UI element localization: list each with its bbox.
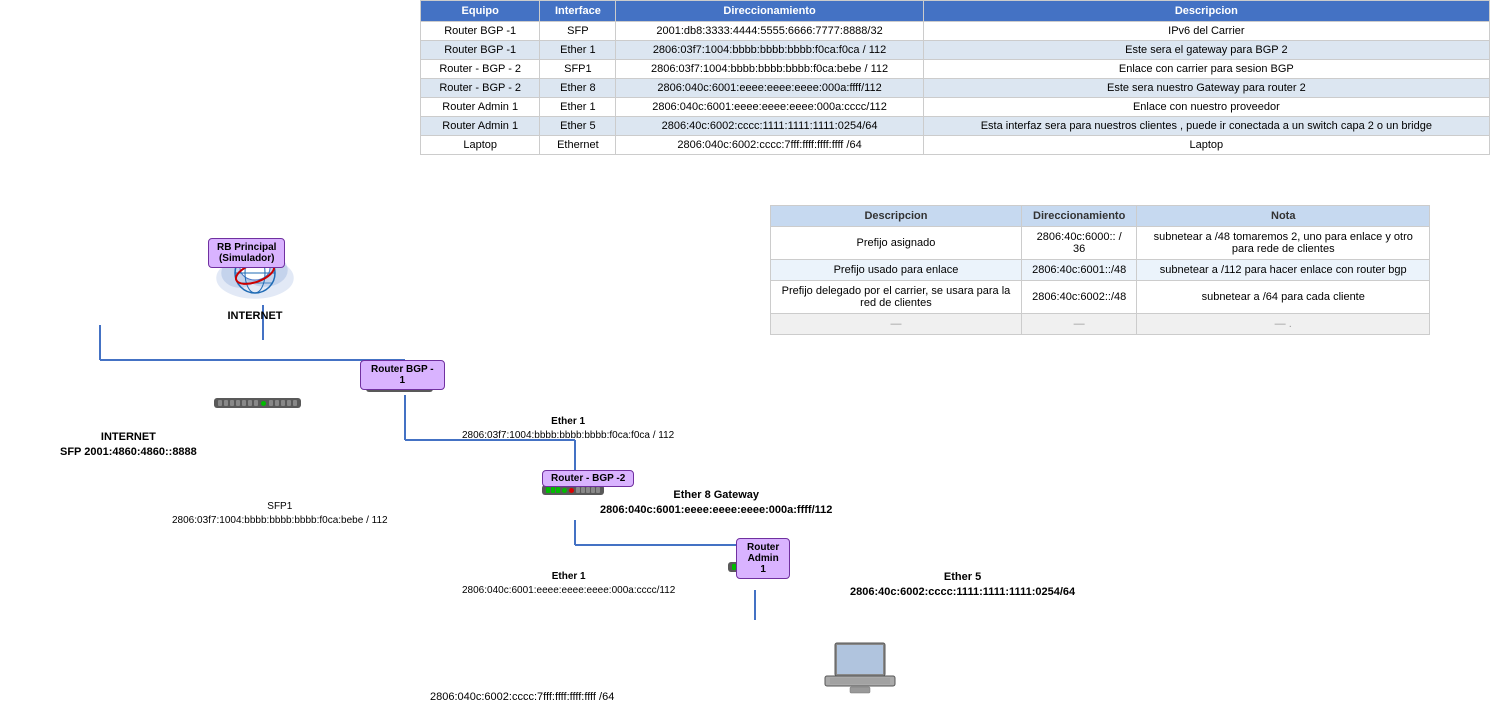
router-admin-label: Router Admin 1	[747, 542, 779, 575]
table-row: Router BGP -1Ether 12806:03f7:1004:bbbb:…	[421, 41, 1490, 60]
table-cell-direccionamiento: 2806:040c:6001:eeee:eeee:eeee:000a:ffff/…	[616, 79, 923, 98]
bot-table-cell-direccionamiento: —	[1021, 314, 1137, 335]
table-cell-equipo: Router Admin 1	[421, 98, 540, 117]
table-cell-interface: SFP1	[540, 60, 616, 79]
router-bgp1-label: Router BGP -1	[371, 364, 434, 386]
router-admin-box: Router Admin 1	[736, 538, 790, 579]
table-cell-equipo: Router BGP -1	[421, 41, 540, 60]
bottom-table-wrapper: Descripcion Direccionamiento Nota Prefij…	[770, 205, 1430, 335]
bot-table-cell-nota: subnetear a /112 para hacer enlace con r…	[1137, 260, 1430, 281]
bot-table-cell-nota: — .	[1137, 314, 1430, 335]
table-cell-descripcion: Laptop	[923, 136, 1489, 155]
bot-table-cell-descripcion: Prefijo delegado por el carrier, se usar…	[771, 281, 1022, 314]
table-cell-descripcion: Este sera el gateway para BGP 2	[923, 41, 1489, 60]
table-row: Router - BGP - 2Ether 82806:040c:6001:ee…	[421, 79, 1490, 98]
table-cell-equipo: Router - BGP - 2	[421, 60, 540, 79]
internet-label: INTERNET	[195, 310, 315, 322]
table-row: Prefijo asignado2806:40c:6000:: / 36subn…	[771, 227, 1430, 260]
table-cell-descripcion: IPv6 del Carrier	[923, 22, 1489, 41]
col-header-direccionamiento: Direccionamiento	[616, 1, 923, 22]
ether1-rb-label: Ether 1 2806:03f7:1004:bbbb:bbbb:bbbb:f0…	[462, 415, 674, 443]
bot-col-header-descripcion: Descripcion	[771, 206, 1022, 227]
ether8-label: Ether 8 Gateway 2806:040c:6001:eeee:eeee…	[600, 488, 832, 519]
rb-principal-label: RB Principal(Simulador)	[217, 242, 276, 264]
table-cell-interface: SFP	[540, 22, 616, 41]
table-cell-interface: Ether 1	[540, 41, 616, 60]
laptop-svg	[820, 638, 900, 698]
table-cell-direccionamiento: 2001:db8:3333:4444:5555:6666:7777:8888/3…	[616, 22, 923, 41]
table-row: Prefijo delegado por el carrier, se usar…	[771, 281, 1430, 314]
table-row: Router BGP -1SFP2001:db8:3333:4444:5555:…	[421, 22, 1490, 41]
ether1-admin-label: Ether 1 2806:040c:6001:eeee:eeee:eeee:00…	[462, 570, 675, 598]
bot-table-cell-descripcion: Prefijo asignado	[771, 227, 1022, 260]
router-bgp1-box: Router BGP -1	[360, 360, 445, 390]
table-cell-direccionamiento: 2806:03f7:1004:bbbb:bbbb:bbbb:f0ca:bebe …	[616, 60, 923, 79]
table-cell-descripcion: Enlace con nuestro proveedor	[923, 98, 1489, 117]
bot-table-cell-direccionamiento: 2806:40c:6001::/48	[1021, 260, 1137, 281]
rb-principal-box: RB Principal(Simulador)	[208, 238, 285, 268]
table-cell-equipo: Router - BGP - 2	[421, 79, 540, 98]
col-header-interface: Interface	[540, 1, 616, 22]
table-cell-descripcion: Esta interfaz sera para nuestros cliente…	[923, 117, 1489, 136]
bot-table-cell-descripcion: —	[771, 314, 1022, 335]
bot-table-cell-nota: subnetear a /64 para cada cliente	[1137, 281, 1430, 314]
table-cell-direccionamiento: 2806:03f7:1004:bbbb:bbbb:bbbb:f0ca:f0ca …	[616, 41, 923, 60]
table-cell-equipo: Router BGP -1	[421, 22, 540, 41]
internet-sfp-label: INTERNET SFP 2001:4860:4860::8888	[60, 430, 197, 461]
table-cell-direccionamiento: 2806:040c:6001:eeee:eeee:eeee:000a:cccc/…	[616, 98, 923, 117]
sfp1-label: SFP1 2806:03f7:1004:bbbb:bbbb:bbbb:f0ca:…	[172, 500, 388, 528]
bot-table-cell-direccionamiento: 2806:40c:6002::/48	[1021, 281, 1137, 314]
table-cell-interface: Ether 8	[540, 79, 616, 98]
router-bgp2-box: Router - BGP -2	[542, 470, 634, 487]
laptop-icon	[820, 638, 900, 701]
router-bgp2-label: Router - BGP -2	[551, 473, 625, 484]
rb-principal-icon	[214, 398, 301, 408]
diagram-area: INTERNET RB Principal(Simulador)	[0, 130, 760, 620]
table-row: Router Admin 1Ether 12806:040c:6001:eeee…	[421, 98, 1490, 117]
bot-table-cell-nota: subnetear a /48 tomaremos 2, uno para en…	[1137, 227, 1430, 260]
bot-col-header-nota: Nota	[1137, 206, 1430, 227]
laptop-label: 2806:040c:6002:cccc:7fff:ffff:ffff:ffff …	[430, 690, 614, 705]
col-header-descripcion: Descripcion	[923, 1, 1489, 22]
table-cell-descripcion: Este sera nuestro Gateway para router 2	[923, 79, 1489, 98]
table-row: Router - BGP - 2SFP12806:03f7:1004:bbbb:…	[421, 60, 1490, 79]
bottom-table: Descripcion Direccionamiento Nota Prefij…	[770, 205, 1430, 335]
table-row: ——— .	[771, 314, 1430, 335]
bot-table-cell-direccionamiento: 2806:40c:6000:: / 36	[1021, 227, 1137, 260]
ether5-label: Ether 5 2806:40c:6002:cccc:1111:1111:111…	[850, 570, 1075, 601]
bot-col-header-direccionamiento: Direccionamiento	[1021, 206, 1137, 227]
table-cell-interface: Ether 1	[540, 98, 616, 117]
table-cell-descripcion: Enlace con carrier para sesion BGP	[923, 60, 1489, 79]
col-header-equipo: Equipo	[421, 1, 540, 22]
table-row: Prefijo usado para enlace2806:40c:6001::…	[771, 260, 1430, 281]
bot-table-cell-descripcion: Prefijo usado para enlace	[771, 260, 1022, 281]
